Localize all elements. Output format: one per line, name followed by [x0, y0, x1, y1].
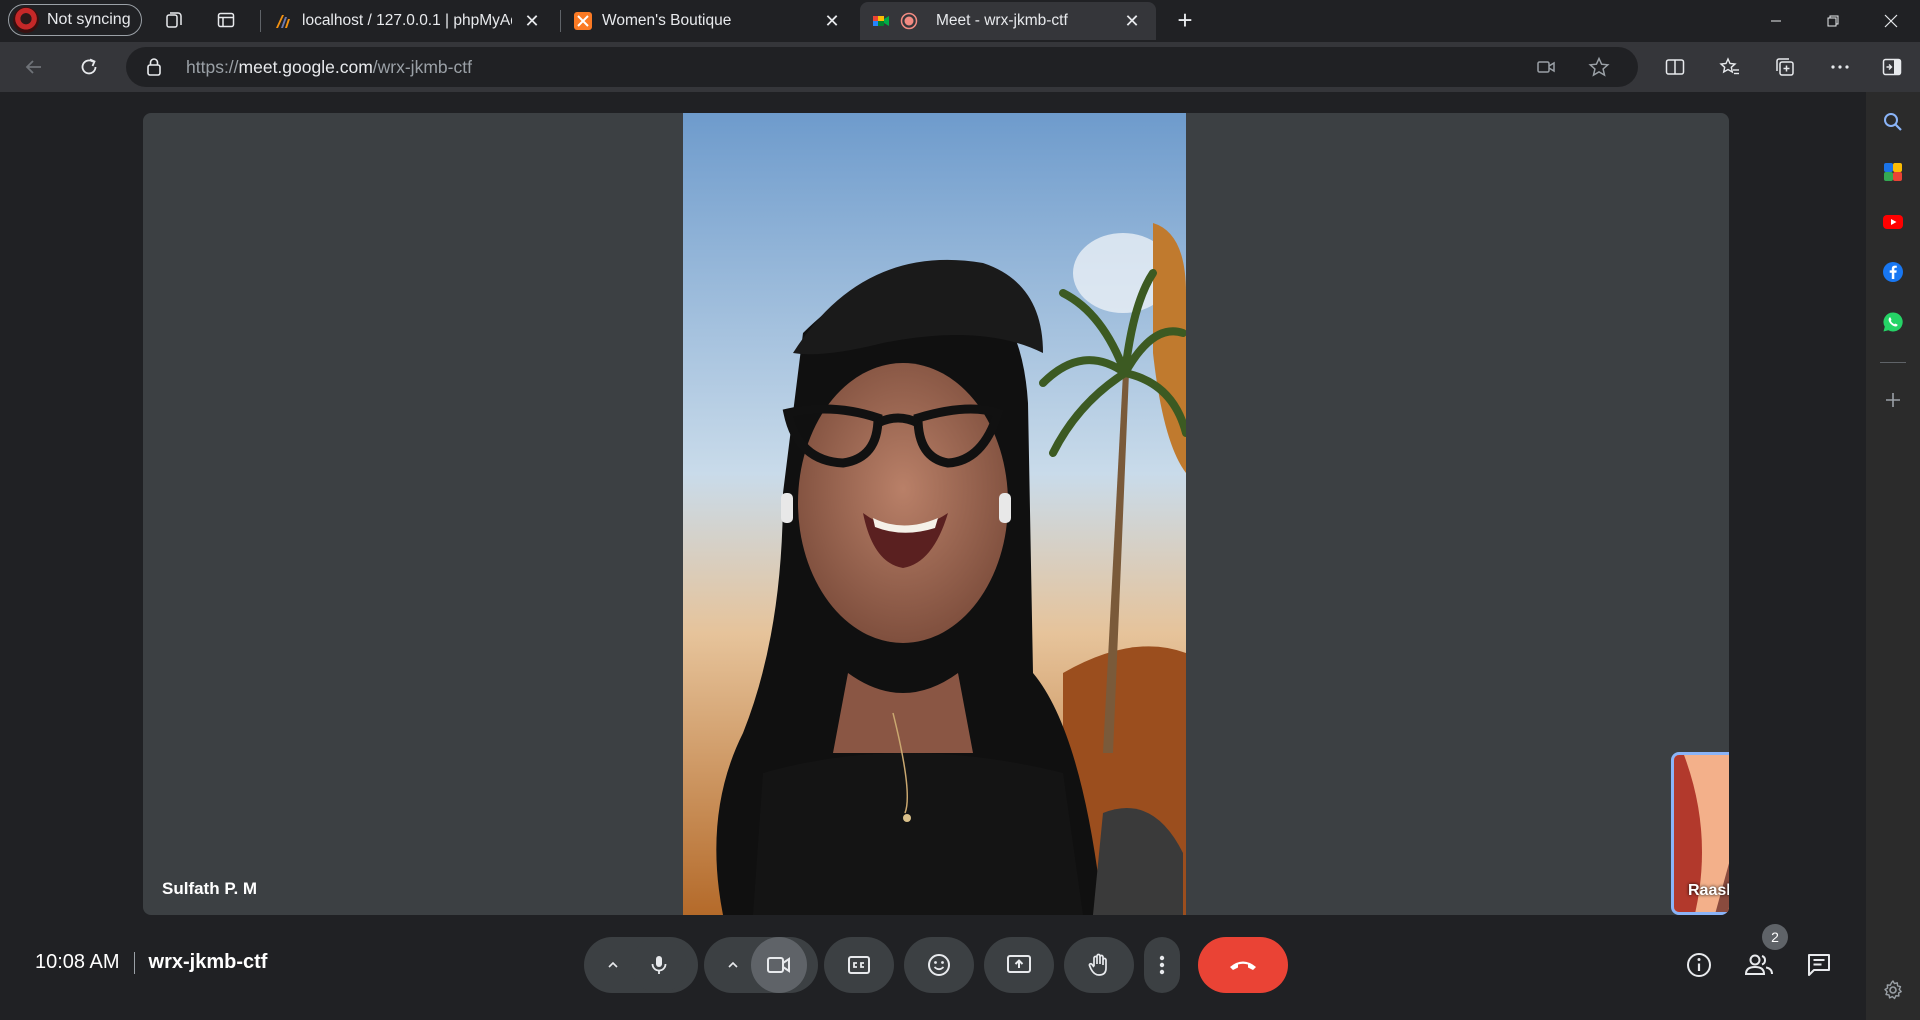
current-time: 10:08 AM	[35, 951, 120, 973]
favorites-icon[interactable]	[1718, 55, 1742, 79]
back-icon[interactable]	[22, 55, 46, 79]
main-participant-name: Sulfath P. M	[162, 879, 258, 898]
profile-avatar	[13, 7, 39, 33]
search-icon[interactable]	[1881, 110, 1905, 134]
facebook-icon[interactable]	[1881, 260, 1905, 284]
emoji-smile-icon	[928, 954, 950, 976]
more-options-button[interactable]	[1144, 937, 1180, 993]
main-participant-video[interactable]	[683, 113, 1186, 915]
whatsapp-icon[interactable]	[1881, 310, 1905, 334]
chat-button[interactable]	[1803, 949, 1835, 981]
recording-indicator-icon	[900, 12, 918, 30]
leave-call-button[interactable]	[1198, 937, 1288, 993]
chat-icon	[1808, 954, 1830, 976]
present-screen-button[interactable]	[984, 937, 1054, 993]
tab-title: Meet - wrx-jkmb-ctf	[936, 12, 1068, 29]
more-vert-icon	[1159, 955, 1165, 975]
edge-sidebar	[1866, 92, 1920, 1020]
meeting-info: 10:08 AM wrx-jkmb-ctf	[35, 951, 267, 974]
microphone-icon	[651, 956, 667, 974]
tab-title: Women's Boutique	[602, 12, 732, 29]
favorite-star-icon[interactable]	[1588, 56, 1610, 83]
phpmyadmin-icon	[276, 15, 290, 28]
profile-label: Not syncing	[47, 11, 131, 28]
settings-icon[interactable]	[1881, 978, 1905, 1002]
tab-separator	[560, 10, 561, 32]
camera-button[interactable]	[751, 937, 807, 993]
video-camera-icon	[767, 957, 790, 973]
tab-google-meet[interactable]: Meet - wrx-jkmb-ctf ✕	[860, 2, 1156, 40]
raise-hand-button[interactable]	[1064, 937, 1134, 993]
present-screen-icon	[1007, 955, 1031, 973]
participant-count-badge: 2	[1762, 924, 1788, 950]
meeting-details-button[interactable]	[1683, 949, 1715, 981]
tab-actions-icon[interactable]	[214, 8, 238, 32]
address-bar[interactable]: https://meet.google.com/wrx-jkmb-ctf	[126, 47, 1638, 87]
sidebar-toggle-icon[interactable]	[1880, 55, 1904, 79]
collections-icon[interactable]	[1773, 55, 1797, 79]
divider	[133, 951, 135, 974]
close-tab-icon[interactable]: ✕	[522, 11, 542, 31]
people-button[interactable]	[1743, 949, 1775, 981]
people-icon	[1744, 954, 1773, 975]
split-screen-icon[interactable]	[1663, 55, 1687, 79]
profile-button[interactable]: Not syncing	[8, 4, 142, 36]
tab-phpmyadmin[interactable]: localhost / 127.0.0.1 | phpMyAdmin ✕	[262, 2, 556, 40]
meet-app: Sulfath P. M Raas 10:08 AM wrx-jkmb-ctf …	[6, 92, 1866, 1020]
camera-in-use-icon[interactable]	[1536, 57, 1556, 82]
end-call-icon	[1230, 961, 1256, 970]
refresh-icon[interactable]	[77, 55, 101, 79]
google-meet-icon	[873, 16, 889, 26]
video-options-chevron-icon[interactable]	[715, 937, 751, 993]
reactions-button[interactable]	[904, 937, 974, 993]
meeting-code: wrx-jkmb-ctf	[148, 951, 268, 973]
closed-captions-icon	[848, 956, 870, 974]
video-stage: Sulfath P. M Raas	[143, 113, 1729, 915]
info-icon	[1687, 953, 1711, 977]
add-icon[interactable]	[1881, 388, 1905, 412]
microphone-button[interactable]	[631, 937, 687, 993]
more-options-icon[interactable]	[1828, 55, 1852, 79]
tab-womens-boutique[interactable]: Women's Boutique ✕	[562, 2, 856, 40]
self-participant-name: Raashid V Z	[1688, 882, 1729, 899]
youtube-icon[interactable]	[1881, 210, 1905, 234]
tab-title: localhost / 127.0.0.1 | phpMyAdmin	[302, 12, 512, 29]
close-tab-icon[interactable]: ✕	[822, 11, 842, 31]
minimize-icon[interactable]	[1753, 6, 1799, 36]
url-text: https://meet.google.com/wrx-jkmb-ctf	[186, 56, 472, 77]
copilot-icon[interactable]	[1881, 160, 1905, 184]
close-tab-icon[interactable]: ✕	[1122, 11, 1142, 31]
restore-icon[interactable]	[1810, 6, 1856, 36]
raise-hand-icon	[1088, 953, 1107, 976]
new-tab-icon[interactable]: +	[1172, 7, 1198, 34]
lock-icon[interactable]	[146, 57, 162, 82]
sidebar-divider	[1880, 362, 1906, 363]
audio-options-chevron-icon[interactable]	[595, 937, 631, 993]
tab-separator	[260, 10, 261, 32]
captions-button[interactable]	[824, 937, 894, 993]
workspaces-icon[interactable]	[162, 8, 186, 32]
self-view-tile[interactable]: Raashid V Z	[1671, 752, 1729, 915]
browser-toolbar: https://meet.google.com/wrx-jkmb-ctf	[0, 42, 1920, 92]
tab-strip: Not syncing localhost / 127.0.0.1 | phpM…	[0, 0, 1920, 42]
microphone-group	[584, 937, 698, 993]
camera-group	[704, 937, 818, 993]
close-window-icon[interactable]	[1868, 6, 1914, 36]
xampp-icon	[574, 12, 592, 30]
